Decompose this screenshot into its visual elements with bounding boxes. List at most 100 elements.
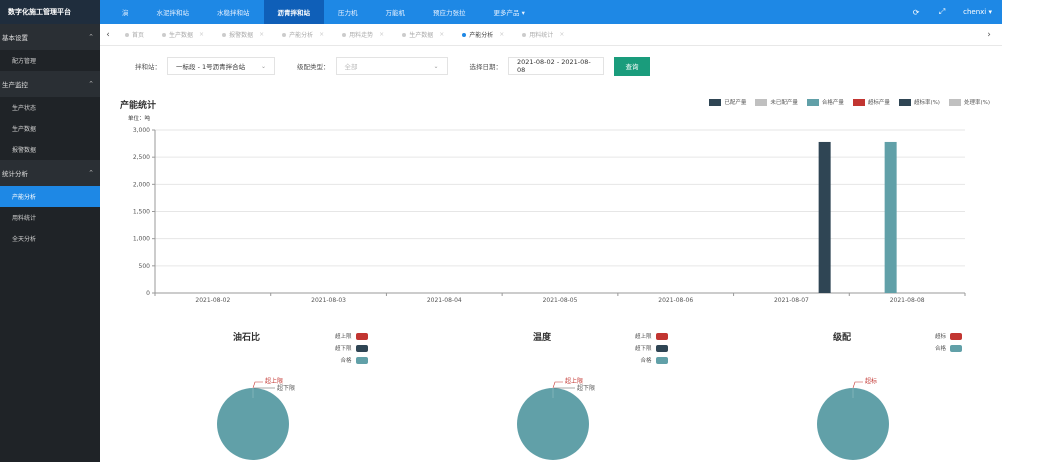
user-name: chenxi: [963, 8, 987, 16]
nav-item-5[interactable]: 万能机: [372, 0, 420, 24]
x-tick-label: 2021-08-07: [774, 297, 809, 304]
sidebar-item-1-1[interactable]: 生产数据: [0, 118, 100, 139]
date-value: 2021-08-02 - 2021-08-08: [517, 58, 591, 74]
sidebar-item-0-0[interactable]: 配方管理: [0, 50, 100, 71]
refresh-icon[interactable]: ⟳: [911, 7, 921, 17]
tab-dot-icon: [222, 32, 227, 37]
close-icon[interactable]: ×: [559, 31, 564, 38]
grade-select[interactable]: 全部 ⌄: [335, 57, 448, 75]
tab-label: 产能分析: [289, 32, 314, 39]
tab-label: 生产数据: [409, 32, 434, 39]
sidebar-group-0[interactable]: 基本设置 ⌃: [0, 24, 100, 50]
x-tick-label: 2021-08-08: [890, 297, 925, 304]
nav-item-2[interactable]: 水稳拌和站: [203, 0, 264, 24]
pie-label: 超下限: [577, 384, 595, 392]
sidebar-item-1-2[interactable]: 报警数据: [0, 139, 100, 160]
sidebar-group-2[interactable]: 统计分析 ⌃: [0, 160, 100, 186]
sidebar-group-1[interactable]: 生产监控 ⌃: [0, 71, 100, 97]
filter-bar: 拌和站： 一标段 - 1号沥青拌合站 ⌄ 级配类型： 全部 ⌄ 选择日期： 20…: [100, 46, 1002, 86]
pie-block-1: 温度 超上限 超下限 合格 超上限 超下限: [400, 310, 680, 462]
tab-4[interactable]: 用料走势 ×: [333, 30, 393, 39]
pie-slice-qualified[interactable]: [517, 388, 589, 460]
pie-chart: 超上限超下限: [217, 377, 295, 460]
sidebar-item-2-2[interactable]: 全天分析: [0, 228, 100, 249]
nav-item-1[interactable]: 水泥拌和站: [143, 0, 204, 24]
sidebar-item-2-0[interactable]: 产能分析: [0, 186, 100, 207]
brand-title: 数字化施工管理平台: [0, 0, 100, 24]
tab-1[interactable]: 生产数据 ×: [153, 30, 213, 39]
tab-label: 生产数据: [169, 32, 194, 39]
sidebar-group-label: 基本设置: [2, 34, 28, 42]
close-icon[interactable]: ×: [259, 31, 264, 38]
station-value: 一标段 - 1号沥青拌合站: [176, 63, 246, 71]
x-tick-label: 2021-08-06: [658, 297, 693, 304]
station-label: 拌和站：: [135, 63, 161, 71]
fullscreen-icon[interactable]: ⤢: [937, 7, 947, 17]
pie-block-0: 油石比 超上限 超下限 合格 超上限 超下限: [100, 310, 380, 462]
x-tick-label: 2021-08-05: [543, 297, 578, 304]
x-tick-label: 2021-08-02: [195, 297, 230, 304]
bar-2-6[interactable]: [884, 141, 897, 293]
sidebar-group-label: 生产监控: [2, 81, 28, 89]
chevron-down-icon: ⌄: [433, 62, 439, 70]
y-tick-label: 3,000: [133, 127, 150, 134]
tab-label: 报警数据: [229, 32, 254, 39]
chevron-down-icon: ⌄: [260, 62, 266, 70]
tab-dot-icon: [462, 32, 467, 37]
sidebar-group-label: 统计分析: [2, 170, 28, 178]
station-select[interactable]: 一标段 - 1号沥青拌合站 ⌄: [167, 57, 275, 75]
tab-scroll-left-icon[interactable]: ‹: [100, 30, 116, 40]
date-label: 选择日期：: [469, 63, 503, 71]
y-tick-label: 1,000: [133, 236, 150, 243]
pie-slice-qualified[interactable]: [817, 388, 889, 460]
pie-label: 超上限: [565, 377, 583, 385]
x-tick-label: 2021-08-03: [311, 297, 346, 304]
tab-dot-icon: [125, 32, 129, 37]
tab-3[interactable]: 产能分析 ×: [273, 30, 333, 39]
close-icon[interactable]: ×: [439, 31, 444, 38]
sidebar-item-1-0[interactable]: 生产状态: [0, 97, 100, 118]
nav-item-6[interactable]: 预应力张拉: [419, 0, 480, 24]
pie-label-leader: [552, 381, 563, 389]
tab-list: 首页 生产数据 × 报警数据 × 产能分析 × 用料走势 × 生产数据 × 产能分析 × 用料统计 ×: [116, 30, 573, 39]
bar-0-6[interactable]: [818, 141, 831, 293]
pie-chart: 超标: [817, 377, 889, 460]
nav-item-4[interactable]: 压力机: [324, 0, 372, 24]
sidebar: 基本设置 ⌃ 配方管理生产监控 ⌃ 生产状态 生产数据 报警数据统计分析 ⌃ 产能分析 用料统计全…: [0, 24, 100, 462]
y-tick-label: 500: [139, 263, 151, 270]
tab-dot-icon: [282, 32, 287, 37]
close-icon[interactable]: ×: [379, 31, 384, 38]
pie-slice-qualified[interactable]: [217, 388, 289, 460]
query-button[interactable]: 查询: [614, 56, 650, 76]
pie-chart: 超上限超下限: [517, 377, 595, 460]
top-right-tools: ⟳ ⤢ chenxi ▾: [911, 0, 1002, 24]
tab-scroll-right-icon[interactable]: ›: [986, 30, 1002, 40]
top-navbar: 数字化施工管理平台 演水泥拌和站 水稳拌和站 沥青拌和站 压力机 万能机 预应力张拉 更多产…: [0, 0, 1002, 24]
tab-dot-icon: [342, 32, 347, 37]
close-icon[interactable]: ×: [499, 31, 504, 38]
pie-label: 超标: [865, 377, 877, 385]
tab-dot-icon: [522, 32, 527, 37]
close-icon[interactable]: ×: [319, 31, 324, 38]
close-icon[interactable]: ×: [199, 31, 204, 38]
sidebar-item-2-1[interactable]: 用料统计: [0, 207, 100, 228]
tab-7[interactable]: 用料统计 ×: [513, 30, 573, 39]
tab-label: 首页: [132, 32, 145, 39]
user-menu[interactable]: chenxi ▾: [963, 8, 992, 16]
chevron-up-icon: ⌃: [88, 33, 94, 41]
tab-dot-icon: [402, 32, 407, 37]
chevron-up-icon: ⌃: [88, 169, 94, 177]
tab-0[interactable]: 首页: [116, 30, 153, 39]
tab-6[interactable]: 产能分析 ×: [453, 30, 513, 39]
date-range-input[interactable]: 2021-08-02 - 2021-08-08: [508, 57, 604, 75]
grade-placeholder: 全部: [344, 63, 358, 71]
tab-5[interactable]: 生产数据 ×: [393, 30, 453, 39]
nav-item-3[interactable]: 沥青拌和站: [263, 0, 324, 24]
capacity-chart-panel: 产能统计 单位：吨 已配产量 未已配产量 合格产量 超标产量 超标率(%) 处理率(%) …: [100, 90, 1000, 305]
pie-block-2: 级配 超标 合格 超标: [700, 310, 980, 462]
tab-2[interactable]: 报警数据 ×: [213, 30, 273, 39]
chevron-up-icon: ⌃: [88, 80, 94, 88]
nav-item-7[interactable]: 更多产品 ▾: [480, 0, 539, 24]
pie-label: 超下限: [277, 384, 295, 392]
nav-item-0[interactable]: 演: [108, 0, 143, 24]
